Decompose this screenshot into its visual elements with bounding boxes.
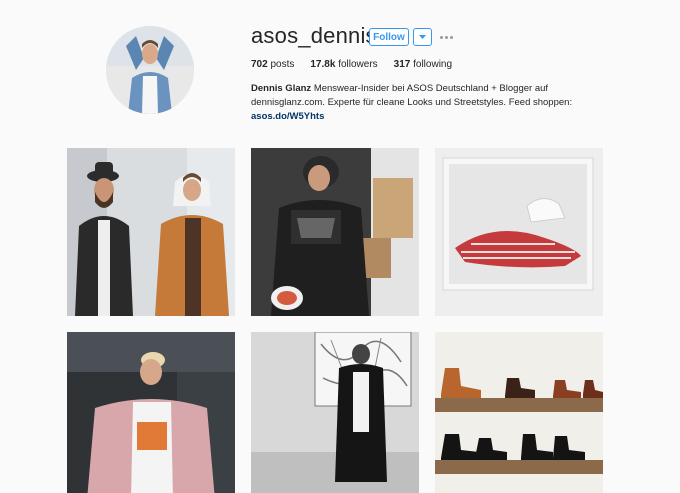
- post-thumbnail[interactable]: [435, 148, 603, 316]
- profile-stats: 702 posts 17.8k followers 317 following: [251, 59, 452, 70]
- post-thumbnail[interactable]: [251, 332, 419, 493]
- followers-stat[interactable]: 17.8k followers: [310, 59, 377, 70]
- profile-username: asos_dennis: [251, 23, 377, 48]
- following-stat[interactable]: 317 following: [394, 59, 452, 70]
- profile-avatar: [106, 26, 194, 114]
- post-thumbnail[interactable]: [67, 148, 235, 316]
- more-options-icon[interactable]: [438, 30, 454, 44]
- post-thumbnail[interactable]: [435, 332, 603, 493]
- post-thumbnail[interactable]: [251, 148, 419, 316]
- suggestions-dropdown-button[interactable]: [413, 28, 432, 46]
- caret-down-icon: [419, 34, 426, 39]
- profile-bio: Dennis Glanz Menswear-Insider bei ASOS D…: [251, 82, 591, 124]
- bio-full-name: Dennis Glanz: [251, 83, 312, 94]
- follow-button[interactable]: Follow: [369, 28, 409, 46]
- posts-stat: 702 posts: [251, 59, 295, 70]
- post-thumbnail[interactable]: [67, 332, 235, 493]
- bio-link[interactable]: asos.do/W5Yhts: [251, 111, 324, 122]
